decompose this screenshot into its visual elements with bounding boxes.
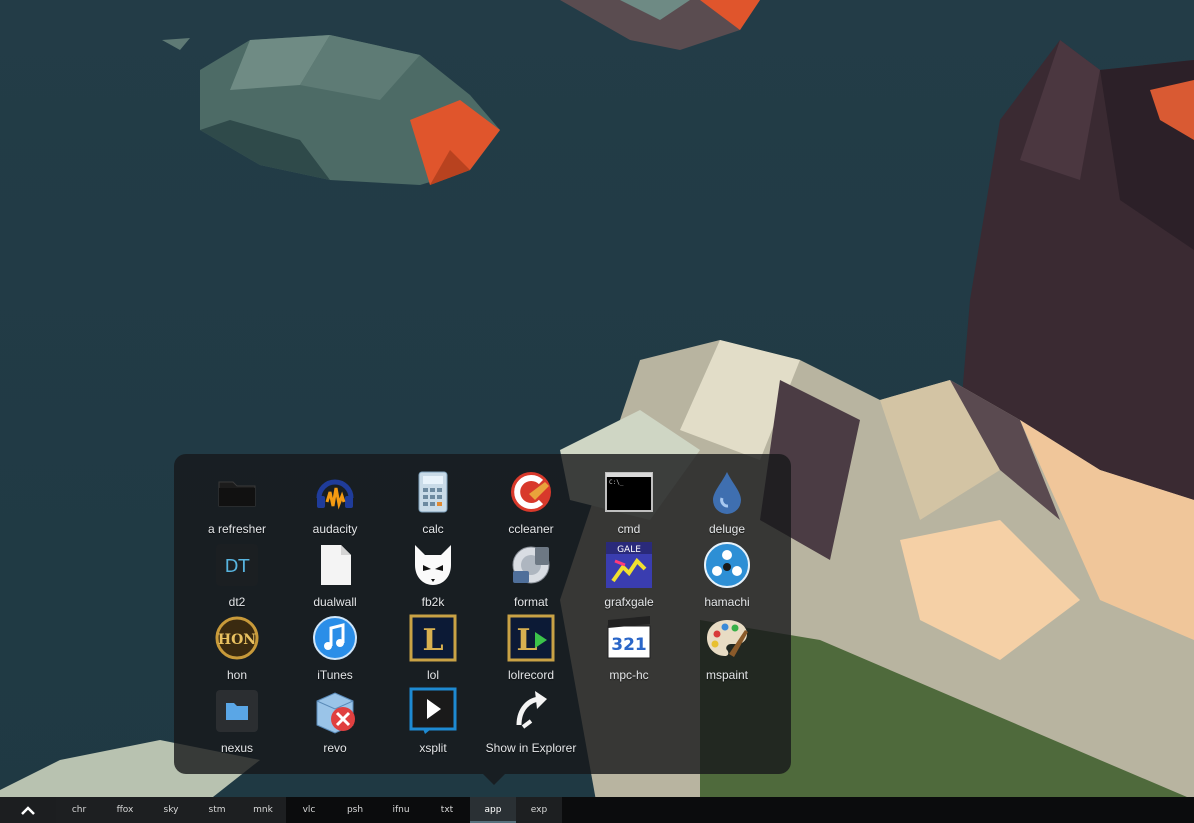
app-label: grafxgale	[604, 595, 654, 609]
app-audacity[interactable]: audacity	[286, 468, 384, 541]
nexus-folder-icon	[213, 687, 261, 735]
calculator-icon	[409, 468, 457, 516]
grafxgale-icon: GALE	[605, 541, 653, 589]
app-mspaint[interactable]: mspaint	[678, 614, 776, 687]
svg-text:HON: HON	[218, 632, 256, 648]
app-label: calc	[422, 522, 444, 536]
app-label: deluge	[708, 522, 746, 536]
app-label: format	[513, 595, 548, 609]
app-label: Show in Explorer	[485, 741, 577, 755]
app-grafxgale[interactable]: GALE grafxgale	[580, 541, 678, 614]
app-label: mspaint	[705, 668, 749, 682]
app-label: ccleaner	[508, 522, 554, 536]
svg-text:321: 321	[611, 635, 647, 655]
taskbar-item-chr[interactable]: chr	[56, 797, 102, 823]
deluge-icon	[703, 468, 751, 516]
app-a-refresher[interactable]: a refresher	[188, 468, 286, 541]
taskbar-item-psh[interactable]: psh	[332, 797, 378, 823]
app-lolrecord[interactable]: L lolrecord	[482, 614, 580, 687]
taskbar-item-mnk[interactable]: mnk	[240, 797, 286, 823]
taskbar-item-vlc[interactable]: vlc	[286, 797, 332, 823]
xsplit-icon	[409, 687, 457, 735]
app-launcher-popup: a refresher audacity calc ccleaner C:\_ …	[174, 454, 791, 774]
mspaint-icon	[703, 614, 751, 662]
foobar-icon	[409, 541, 457, 589]
itunes-icon	[311, 614, 359, 662]
lol-icon: L	[409, 614, 457, 662]
app-dt2[interactable]: DT dt2	[188, 541, 286, 614]
app-label: lol	[426, 668, 439, 682]
app-label: audacity	[312, 522, 358, 536]
app-label: nexus	[220, 741, 254, 755]
taskbar-item-ifnu[interactable]: ifnu	[378, 797, 424, 823]
taskbar-item-stm[interactable]: stm	[194, 797, 240, 823]
app-label: revo	[323, 741, 347, 755]
svg-text:L: L	[516, 623, 537, 658]
app-label: fb2k	[421, 595, 445, 609]
app-label: dualwall	[313, 595, 357, 609]
lolrecord-icon: L	[507, 614, 555, 662]
app-nexus[interactable]: nexus	[188, 687, 286, 760]
svg-text:DT: DT	[225, 556, 251, 577]
app-grid: a refresher audacity calc ccleaner C:\_ …	[188, 468, 776, 760]
app-label: xsplit	[419, 741, 447, 755]
app-label: iTunes	[317, 668, 353, 682]
app-calc[interactable]: calc	[384, 468, 482, 541]
app-label: lolrecord	[507, 668, 555, 682]
revo-icon	[311, 687, 359, 735]
app-mpc-hc[interactable]: 321 mpc-hc	[580, 614, 678, 687]
format-icon	[507, 541, 555, 589]
svg-text:L: L	[422, 623, 443, 658]
app-dualwall[interactable]: dualwall	[286, 541, 384, 614]
app-ccleaner[interactable]: ccleaner	[482, 468, 580, 541]
show-in-explorer-icon	[507, 687, 555, 735]
svg-text:C:\_: C:\_	[609, 479, 624, 486]
app-hamachi[interactable]: hamachi	[678, 541, 776, 614]
document-icon	[311, 541, 359, 589]
terminal-icon: C:\_	[605, 468, 653, 516]
mpc-hc-icon: 321	[605, 614, 653, 662]
hon-icon: HON	[213, 614, 261, 662]
app-xsplit[interactable]: xsplit	[384, 687, 482, 760]
app-label: hon	[226, 668, 248, 682]
app-fb2k[interactable]: fb2k	[384, 541, 482, 614]
app-hon[interactable]: HON hon	[188, 614, 286, 687]
dt2-icon: DT	[213, 541, 261, 589]
start-button[interactable]	[0, 797, 56, 823]
hamachi-icon	[703, 541, 751, 589]
popup-pointer	[483, 774, 505, 785]
audacity-icon	[311, 468, 359, 516]
taskbar-item-exp[interactable]: exp	[516, 797, 562, 823]
taskbar: chr ffox sky stm mnk vlc psh ifnu txt ap…	[0, 797, 1194, 823]
app-label: hamachi	[704, 595, 750, 609]
svg-text:GALE: GALE	[617, 545, 641, 555]
app-label: cmd	[617, 522, 641, 536]
ccleaner-icon	[507, 468, 555, 516]
app-cmd[interactable]: C:\_ cmd	[580, 468, 678, 541]
app-format[interactable]: format	[482, 541, 580, 614]
app-show-in-explorer[interactable]: Show in Explorer	[482, 687, 580, 760]
chevron-up-icon	[21, 806, 35, 815]
folder-icon	[213, 468, 261, 516]
app-lol[interactable]: L lol	[384, 614, 482, 687]
app-label: a refresher	[207, 522, 267, 536]
app-deluge[interactable]: deluge	[678, 468, 776, 541]
taskbar-item-sky[interactable]: sky	[148, 797, 194, 823]
taskbar-item-app[interactable]: app	[470, 797, 516, 823]
app-itunes[interactable]: iTunes	[286, 614, 384, 687]
taskbar-item-txt[interactable]: txt	[424, 797, 470, 823]
taskbar-item-ffox[interactable]: ffox	[102, 797, 148, 823]
app-revo[interactable]: revo	[286, 687, 384, 760]
app-label: dt2	[228, 595, 246, 609]
app-label: mpc-hc	[609, 668, 649, 682]
